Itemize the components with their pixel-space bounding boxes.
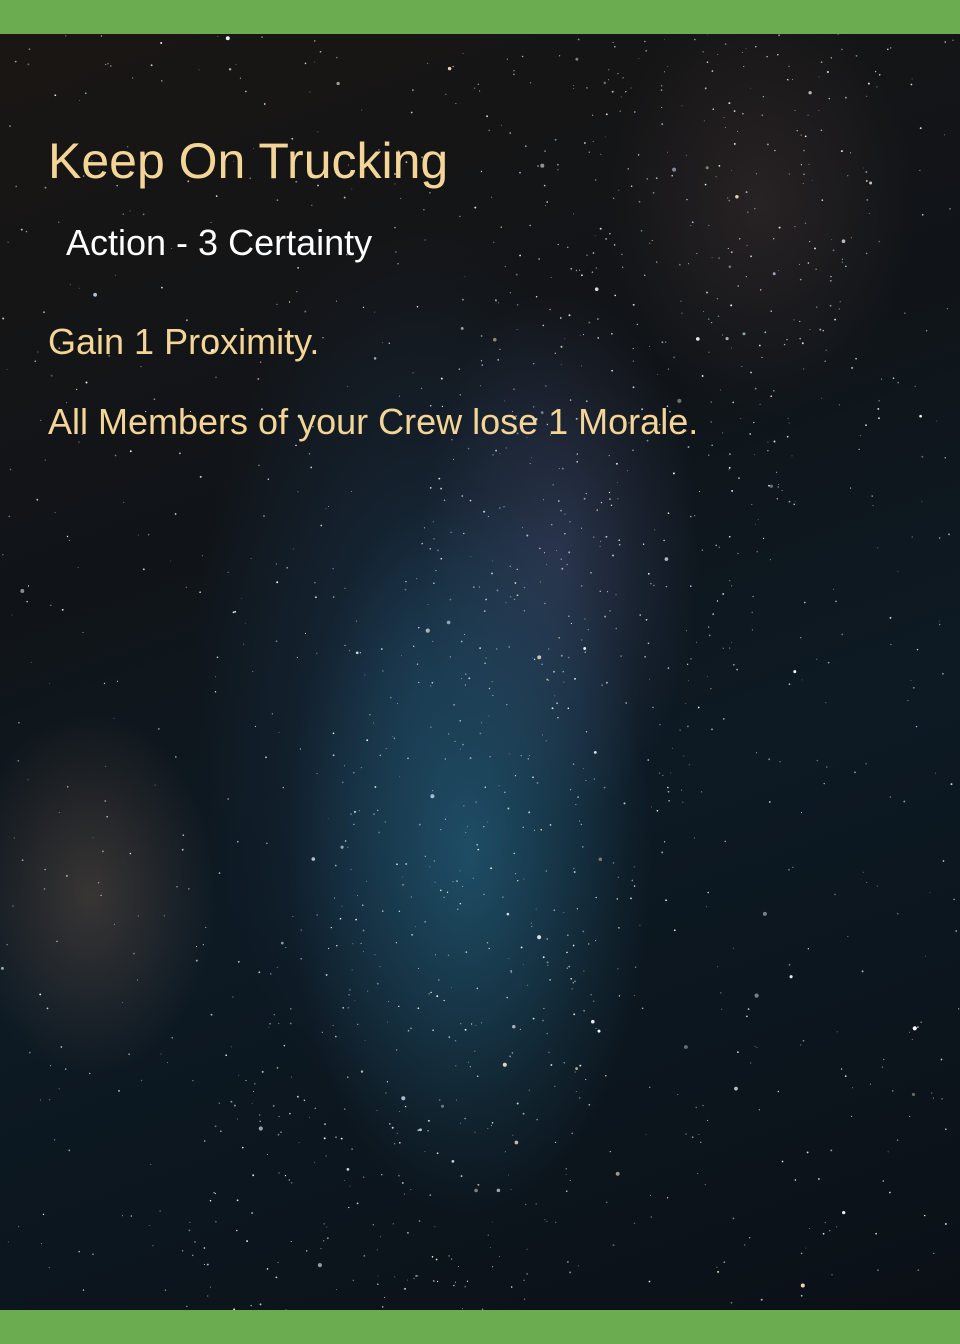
rule-line-gain: Gain 1 Proximity. bbox=[48, 321, 320, 362]
bottom-border-band bbox=[0, 1310, 960, 1344]
top-border-band bbox=[0, 0, 960, 34]
card-type-line: Action - 3 Certainty bbox=[66, 222, 373, 263]
rule-line-morale: All Members of your Crew lose 1 Morale. bbox=[48, 401, 699, 442]
game-card: Keep On Trucking Action - 3 Certainty Ga… bbox=[0, 0, 960, 1344]
card-text: Keep On Trucking Action - 3 Certainty Ga… bbox=[0, 0, 960, 1344]
card-title: Keep On Trucking bbox=[48, 133, 449, 189]
